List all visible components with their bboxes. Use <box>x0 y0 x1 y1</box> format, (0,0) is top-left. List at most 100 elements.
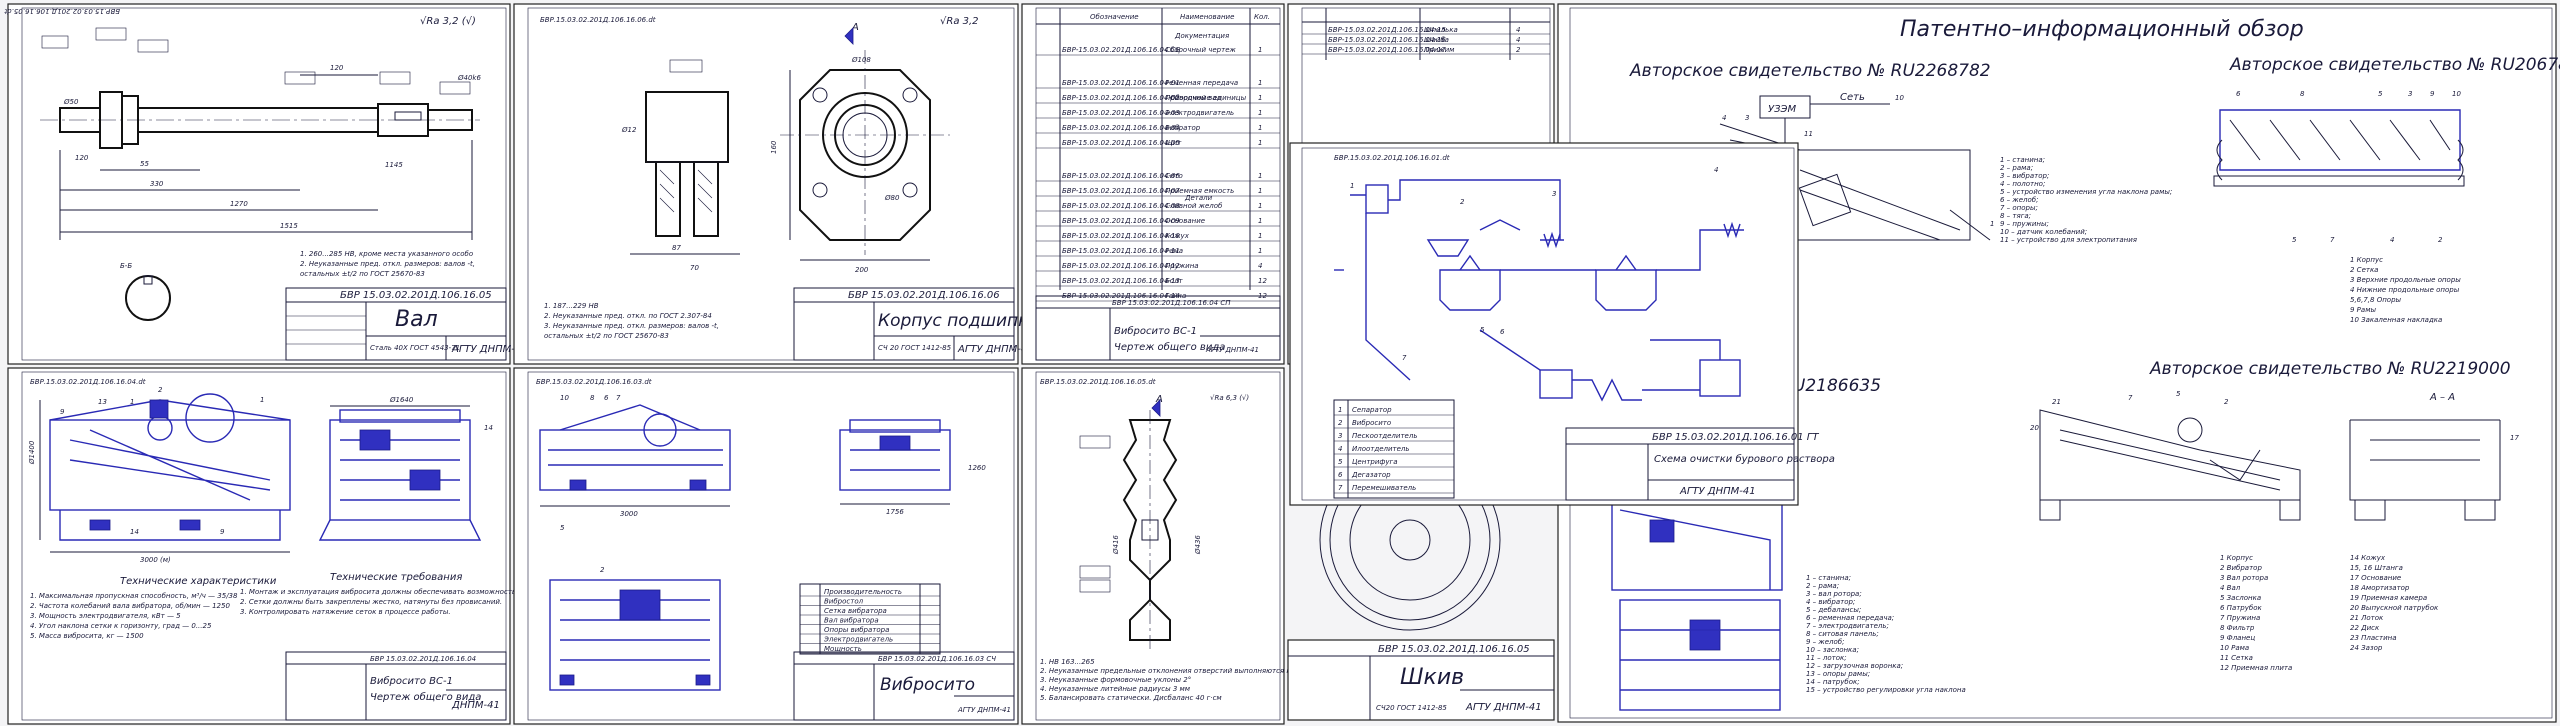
spec-row-name: Приводной вал <box>1165 94 1222 102</box>
cert2-legend-item: 2 Сетка <box>2350 266 2378 274</box>
spec-row-code: БВР-15.03.02.201Д.106.16.04-06 <box>1062 172 1180 180</box>
cert4-legend-item: 23 Пластина <box>2350 634 2397 642</box>
svg-text:10: 10 <box>560 394 569 402</box>
patent-cert1: Авторское свидетельство № RU2268782 <box>1629 61 1991 81</box>
spec-row-code: БВР-15.03.02.201Д.106.16.04-13 <box>1062 277 1180 285</box>
cert2-legend-item: 9 Рамы <box>2350 306 2376 314</box>
svg-text:1756: 1756 <box>886 508 904 516</box>
cert3-legend-item: 12 – загрузочная воронка; <box>1806 662 1903 670</box>
assembly-doc-code: БВР 15.03.02.201Д.106.16.04 <box>370 655 476 663</box>
spec-row-qty: 1 <box>1258 232 1262 240</box>
pulley-note-4: 4. Неуказанные литейные радиусы 3 мм <box>1040 685 1191 693</box>
vibro-table-row: Сетка вибратора <box>824 607 887 615</box>
spec-row-name: Болт <box>1165 277 1184 285</box>
svg-text:Ø416: Ø416 <box>1112 535 1120 555</box>
drawing-sheet-collage: БВР.15.03.02.201Д.106.16.05.dt √Ra 3,2 (… <box>0 0 2560 726</box>
cert1-legend-item: 11 – устройство для электропитания <box>2000 236 2137 244</box>
cert4-legend-item: 21 Лоток <box>2350 614 2384 622</box>
spec-row-qty: 1 <box>1258 139 1262 147</box>
svg-text:10: 10 <box>1895 94 1904 102</box>
assembly-tech-3: 3. Мощность электродвигателя, кВт — 5 <box>30 612 181 620</box>
vibro-title: Вибросито <box>880 675 975 695</box>
svg-text:13: 13 <box>98 398 107 406</box>
cert4-legend-item: 17 Основание <box>2350 574 2401 582</box>
svg-text:120: 120 <box>75 154 89 162</box>
spec-row-code: БВР-15.03.02.201Д.106.16.04-09 <box>1062 217 1180 225</box>
scheme-legend-item: Центрифуга <box>1352 458 1397 466</box>
svg-text:Ø1400: Ø1400 <box>28 440 36 465</box>
cert1-legend-item: 1 – станина; <box>2000 156 2045 164</box>
cert3-legend-item: 3 – вал ротора; <box>1806 590 1862 598</box>
cert2-legend-item: 4 Нижние продольные опоры <box>2350 286 2460 294</box>
cert4-legend-item: 15, 16 Штанга <box>2350 564 2403 572</box>
scheme-legend-number: 5 <box>1338 458 1343 466</box>
svg-text:Ø108: Ø108 <box>851 56 871 64</box>
svg-text:9: 9 <box>220 528 225 536</box>
cert3-legend-item: 11 – лоток; <box>1806 654 1847 662</box>
spec2-row-qty: 2 <box>1516 46 1521 54</box>
pulley-org: АГТУ ДНПМ-41 <box>1465 702 1542 713</box>
svg-text:Ø436: Ø436 <box>1194 535 1202 555</box>
svg-text:5: 5 <box>1480 326 1485 334</box>
svg-text:1145: 1145 <box>385 161 403 169</box>
cert4-legend-item: 14 Кожух <box>2350 554 2386 562</box>
assembly-tech-4: 4. Угол наклона сетки к горизонту, град … <box>30 622 212 630</box>
housing-note-4: остальных ±t/2 по ГОСТ 25670-83 <box>544 332 669 340</box>
cert4-legend-item: 4 Вал <box>2220 584 2241 592</box>
scheme-title: Схема очистки бурового раствора <box>1654 453 1835 465</box>
cert4-legend-item: 18 Амортизатор <box>2350 584 2410 592</box>
spec-row-name: Пружина <box>1165 262 1199 270</box>
spec-title: Вибросито ВС-1 <box>1114 325 1197 337</box>
svg-text:4: 4 <box>2390 236 2394 244</box>
patent-cert4-section: А – А <box>2429 392 2455 403</box>
spec-row-qty: 1 <box>1258 79 1262 87</box>
cert1-legend-item: 6 – желоб; <box>2000 196 2038 204</box>
cert3-legend-item: 10 – заслонка; <box>1806 646 1859 654</box>
spec-row-code: БВР-15.03.02.201Д.106.16.04-02 <box>1062 94 1180 102</box>
cert1-legend-item: 5 – устройство изменения угла наклона ра… <box>2000 188 2172 196</box>
spec-row-qty: 12 <box>1258 277 1267 285</box>
sheet-shaft: БВР.15.03.02.201Д.106.16.05.dt √Ra 3,2 (… <box>4 3 528 365</box>
svg-text:14: 14 <box>130 528 139 536</box>
spec-row-code: БВР-15.03.02.201Д.106.16.04-07 <box>1062 187 1180 195</box>
spec2-row-qty: 4 <box>1516 26 1520 34</box>
cert4-legend-item: 10 Рама <box>2220 644 2249 652</box>
spec-row-name: Электродвигатель <box>1164 109 1234 117</box>
cert3-legend-item: 5 – дебалансы; <box>1806 606 1861 614</box>
spec-row-name: Ременная передача <box>1165 79 1238 87</box>
scheme-legend-number: 2 <box>1338 419 1343 427</box>
svg-text:3: 3 <box>2408 90 2412 98</box>
svg-text:Ø1640: Ø1640 <box>389 396 414 404</box>
svg-text:1: 1 <box>1350 182 1354 190</box>
spec-row-qty: 1 <box>1258 202 1262 210</box>
patent-cert2: Авторское свидетельство № RU2067898 <box>2229 55 2560 75</box>
spec-row-qty: 1 <box>1258 247 1262 255</box>
spec2-row-name: Шайба <box>1424 36 1449 44</box>
svg-text:200: 200 <box>855 266 869 274</box>
spec-row-qty: 1 <box>1258 217 1262 225</box>
housing-stamp: БВР.15.03.02.201Д.106.16.06.dt <box>540 16 656 24</box>
scheme-legend-item: Сепаратор <box>1352 406 1392 414</box>
svg-text:55: 55 <box>140 160 149 168</box>
svg-text:14: 14 <box>484 424 493 432</box>
cert3-legend-item: 8 – ситовая панель; <box>1806 630 1879 638</box>
pulley-note-3: 3. Неуказанные формовочные уклоны 2° <box>1040 676 1191 684</box>
vibro-table-row: Электродвигатель <box>823 636 893 644</box>
cert1-legend-item: 7 – опоры; <box>2000 204 2038 212</box>
svg-text:7: 7 <box>616 394 621 402</box>
svg-text:6: 6 <box>2236 90 2241 98</box>
spec-row-qty: 1 <box>1258 94 1262 102</box>
scheme-legend-item: Вибросито <box>1352 419 1391 427</box>
patent-cert4: Авторское свидетельство № RU2219000 <box>2149 359 2511 379</box>
assembly-req-2: 2. Сетки должны быть закреплены жестко, … <box>240 598 502 606</box>
cert4-legend-item: 11 Сетка <box>2220 654 2253 662</box>
cert1-legend-item: 9 – пружины; <box>2000 220 2049 228</box>
svg-text:1270: 1270 <box>230 200 248 208</box>
svg-text:20: 20 <box>2030 424 2039 432</box>
shaft-title: Вал <box>395 307 438 332</box>
cert1-legend-item: 2 – рама; <box>2000 164 2033 172</box>
cert4-legend-item: 20 Выпускной патрубок <box>2350 604 2439 612</box>
cert3-legend-item: 6 – ременная передача; <box>1806 614 1894 622</box>
spec2-row-qty: 4 <box>1516 36 1520 44</box>
cert3-legend-item: 2 – рама; <box>1806 582 1839 590</box>
